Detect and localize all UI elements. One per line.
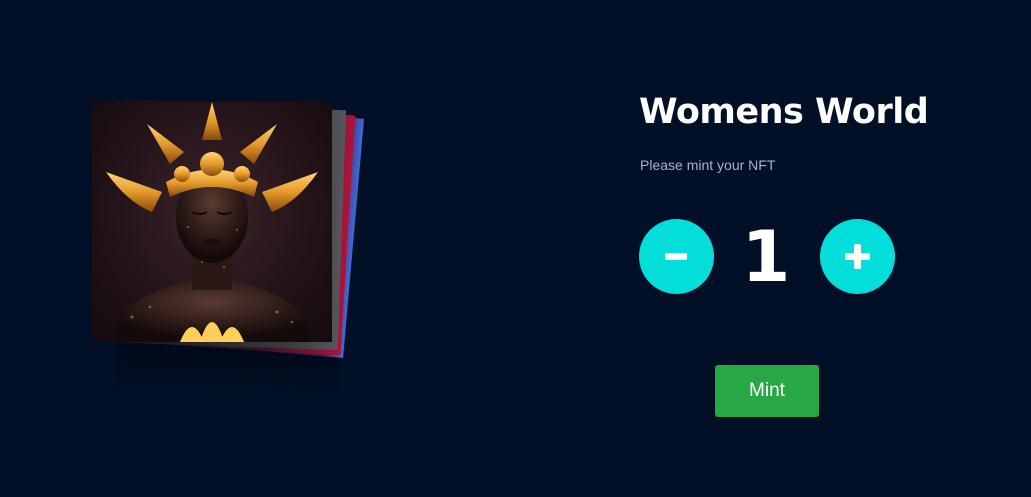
nft-image-stack: [92, 97, 382, 402]
crowned-woman-artwork: [106, 102, 318, 342]
decrease-quantity-button[interactable]: [639, 219, 714, 294]
mint-instructions: Please mint your NFT: [640, 157, 776, 173]
collection-title: Womens World: [639, 92, 929, 132]
quantity-value: 1: [741, 216, 791, 298]
increase-quantity-button[interactable]: [820, 219, 895, 294]
mint-page: Womens World Please mint your NFT 1 Mint: [0, 0, 1031, 497]
plus-icon-vertical: [854, 244, 861, 269]
mint-button[interactable]: Mint: [715, 365, 819, 417]
nft-preview-image: [92, 102, 332, 342]
minus-icon: [665, 253, 687, 260]
